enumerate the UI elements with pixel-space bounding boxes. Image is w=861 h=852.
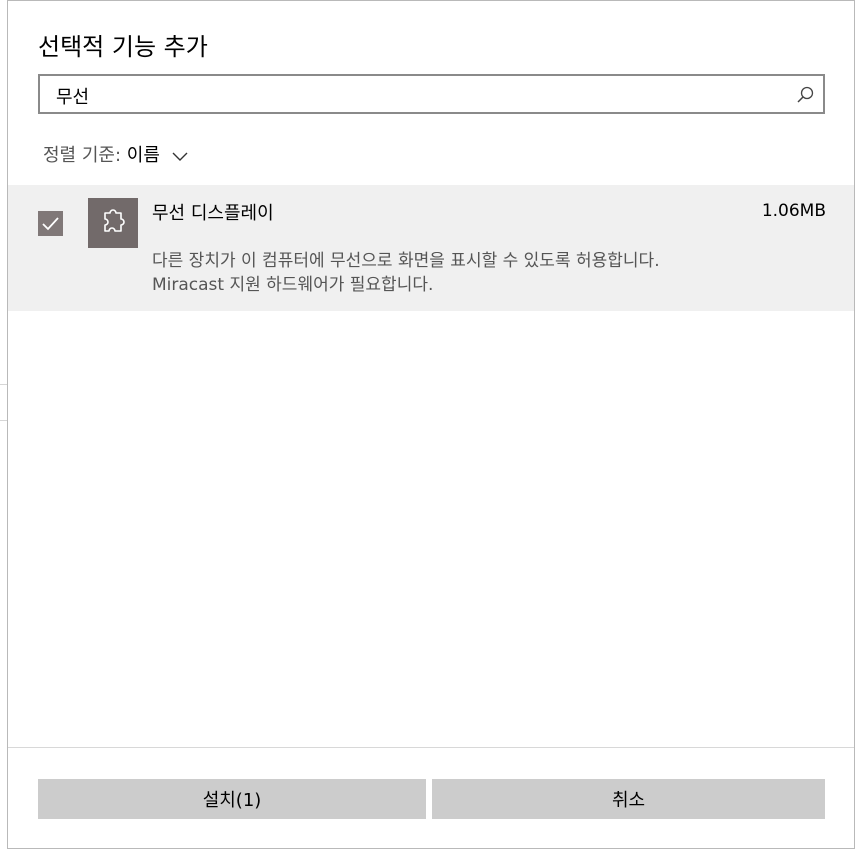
cancel-button[interactable]: 취소 [432, 779, 825, 819]
footer-divider [8, 747, 854, 748]
feature-description: 다른 장치가 이 컴퓨터에 무선으로 화면을 표시할 수 있도록 허용합니다. … [152, 249, 832, 297]
feature-name: 무선 디스플레이 [152, 203, 274, 224]
sort-dropdown[interactable]: 정렬 기준: 이름 [43, 141, 188, 167]
feature-description-line: Miracast 지원 하드웨어가 필요합니다. [152, 275, 434, 295]
background-divider [0, 420, 7, 421]
feature-checkbox[interactable] [38, 211, 63, 236]
add-optional-feature-dialog: 선택적 기능 추가 무선 정렬 기준: 이름 무선 디스플레이 1.06MB 다… [7, 0, 855, 849]
search-box[interactable]: 무선 [38, 74, 825, 114]
search-icon[interactable] [795, 85, 815, 105]
sort-label: 정렬 기준: [43, 145, 122, 166]
feature-item-wireless-display[interactable]: 무선 디스플레이 1.06MB 다른 장치가 이 컴퓨터에 무선으로 화면을 표… [8, 185, 854, 311]
checkmark-icon [42, 217, 59, 231]
background-divider [0, 384, 7, 385]
install-button[interactable]: 설치(1) [38, 779, 426, 819]
sort-value[interactable]: 이름 [127, 145, 160, 166]
search-input[interactable]: 무선 [56, 83, 89, 109]
feature-size: 1.06MB [761, 201, 826, 221]
background-window-edge [0, 0, 7, 852]
puzzle-icon [88, 198, 138, 248]
feature-description-line: 다른 장치가 이 컴퓨터에 무선으로 화면을 표시할 수 있도록 허용합니다. [152, 251, 660, 271]
chevron-down-icon[interactable] [172, 146, 188, 167]
dialog-title: 선택적 기능 추가 [38, 33, 208, 61]
